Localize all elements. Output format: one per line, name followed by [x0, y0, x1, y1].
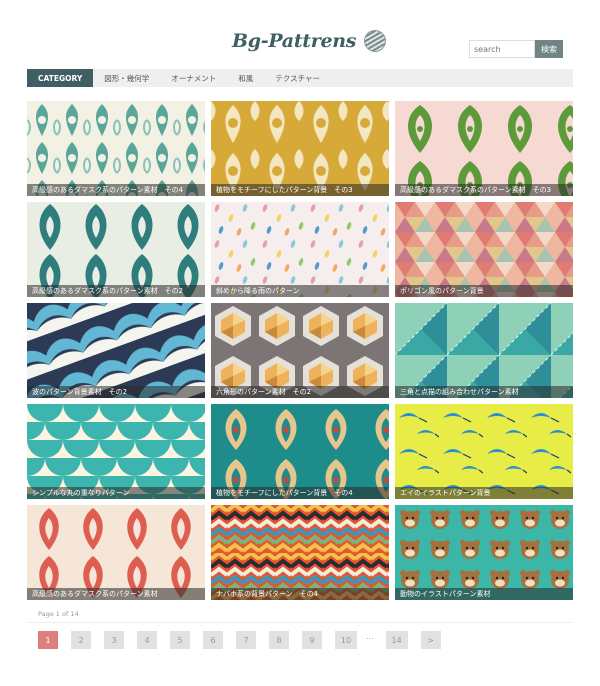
tile-caption[interactable]: 斜めから降る雨のパターン [211, 285, 389, 297]
nav-item-japanese[interactable]: 和風 [227, 69, 264, 87]
page-link[interactable]: 8 [269, 631, 289, 649]
tile-caption[interactable]: 高級感のあるダマスク系のパターン素材 その3 [395, 184, 573, 196]
page-link[interactable]: 5 [170, 631, 190, 649]
polygon-pattern-thumbnail [395, 202, 573, 297]
triangle-pattern-thumbnail [395, 303, 573, 398]
pattern-tile[interactable]: エイのイラストパターン背景 [395, 404, 573, 499]
tile-caption[interactable]: ポリゴン風のパターン背景 [395, 285, 573, 297]
site-title[interactable]: Bg-Pattrens [232, 30, 356, 52]
divider [27, 622, 573, 623]
pattern-tile[interactable]: 斜めから降る雨のパターン [211, 202, 389, 297]
pattern-tile[interactable]: 高級感のあるダマスク系のパターン素材 [27, 505, 205, 600]
tile-caption[interactable]: シンプルな丸の重なりパターン [27, 487, 205, 499]
tile-caption[interactable]: 六角形のパターン素材 その2 [211, 386, 389, 398]
damask-pattern-thumbnail [211, 101, 389, 196]
category-nav: CATEGORY 図形・幾何学 オーナメント 和風 テクスチャー [27, 69, 573, 87]
animal-faces-pattern-thumbnail [395, 505, 573, 600]
pattern-grid: 高級感のあるダマスク系のパターン素材 その4 植物をモチーフにしたパターン背景 … [27, 101, 573, 601]
damask-pattern-thumbnail [27, 505, 205, 600]
page-link[interactable]: 9 [302, 631, 322, 649]
pagination-ellipsis: ... [366, 631, 374, 641]
site-header: Bg-Pattrens 検索 [0, 0, 600, 66]
manta-ray-pattern-thumbnail [395, 404, 573, 499]
pattern-tile[interactable]: ナバホ系の背景パターン その4 [211, 505, 389, 600]
tile-caption[interactable]: 高級感のあるダマスク系のパターン素材 その4 [27, 184, 205, 196]
page-link[interactable]: 10 [335, 631, 357, 649]
damask-pattern-thumbnail [27, 101, 205, 196]
nav-item-category[interactable]: CATEGORY [27, 69, 94, 87]
damask-pattern-thumbnail [395, 101, 573, 196]
pattern-tile[interactable]: 植物をモチーフにしたパターン背景 その4 [211, 404, 389, 499]
search-input[interactable] [469, 40, 535, 58]
damask-pattern-thumbnail [211, 404, 389, 499]
pattern-tile[interactable]: 高級感のあるダマスク系のパターン素材 その2 [27, 202, 205, 297]
hexagon-pattern-thumbnail [211, 303, 389, 398]
page-link[interactable]: 2 [71, 631, 91, 649]
nav-item-texture[interactable]: テクスチャー [264, 69, 331, 87]
pattern-tile[interactable]: 波のパターン背景素材 その2 [27, 303, 205, 398]
tile-caption[interactable]: 高級感のあるダマスク系のパターン素材 [27, 588, 205, 600]
tile-caption[interactable]: 植物をモチーフにしたパターン背景 その4 [211, 487, 389, 499]
nav-item-ornament[interactable]: オーナメント [160, 69, 227, 87]
page-link[interactable]: 4 [137, 631, 157, 649]
pattern-tile[interactable]: ポリゴン風のパターン背景 [395, 202, 573, 297]
tile-caption[interactable]: 植物をモチーフにしたパターン背景 その3 [211, 184, 389, 196]
pattern-tile[interactable]: 三角と点描の組み合わせパターン素材 [395, 303, 573, 398]
navajo-zigzag-pattern-thumbnail [211, 505, 389, 600]
page-info: Page 1 of 14 [38, 610, 79, 618]
pattern-tile[interactable]: 高級感のあるダマスク系のパターン素材 その3 [395, 101, 573, 196]
logo-pattern-ball-icon [364, 30, 387, 52]
pattern-tile[interactable]: 六角形のパターン素材 その2 [211, 303, 389, 398]
pattern-tile[interactable]: 植物をモチーフにしたパターン背景 その3 [211, 101, 389, 196]
next-page-button[interactable]: > [420, 631, 441, 649]
site-logo[interactable]: Bg-Pattrens [232, 30, 387, 52]
page-link-current[interactable]: 1 [38, 631, 58, 649]
page-link[interactable]: 7 [236, 631, 256, 649]
pattern-tile[interactable]: 高級感のあるダマスク系のパターン素材 その4 [27, 101, 205, 196]
tile-caption[interactable]: エイのイラストパターン背景 [395, 487, 573, 499]
pattern-tile[interactable]: シンプルな丸の重なりパターン [27, 404, 205, 499]
scale-pattern-thumbnail [27, 404, 205, 499]
raindrop-pattern-thumbnail [211, 202, 389, 297]
page-link-last[interactable]: 14 [385, 631, 408, 649]
tile-caption[interactable]: ナバホ系の背景パターン その4 [211, 588, 389, 600]
pagination: 1 2 3 4 5 6 7 8 9 10 ... 14 > [38, 631, 454, 649]
page-link[interactable]: 6 [203, 631, 223, 649]
tile-caption[interactable]: 高級感のあるダマスク系のパターン素材 その2 [27, 285, 205, 297]
pattern-tile[interactable]: 動物のイラストパターン素材 [395, 505, 573, 600]
search-form: 検索 [469, 40, 563, 58]
nav-item-geometric[interactable]: 図形・幾何学 [93, 69, 160, 87]
search-button[interactable]: 検索 [535, 40, 563, 58]
damask-pattern-thumbnail [27, 202, 205, 297]
wave-pattern-thumbnail [27, 303, 205, 398]
tile-caption[interactable]: 波のパターン背景素材 その2 [27, 386, 205, 398]
page-link[interactable]: 3 [104, 631, 124, 649]
tile-caption[interactable]: 動物のイラストパターン素材 [395, 588, 573, 600]
tile-caption[interactable]: 三角と点描の組み合わせパターン素材 [395, 386, 573, 398]
